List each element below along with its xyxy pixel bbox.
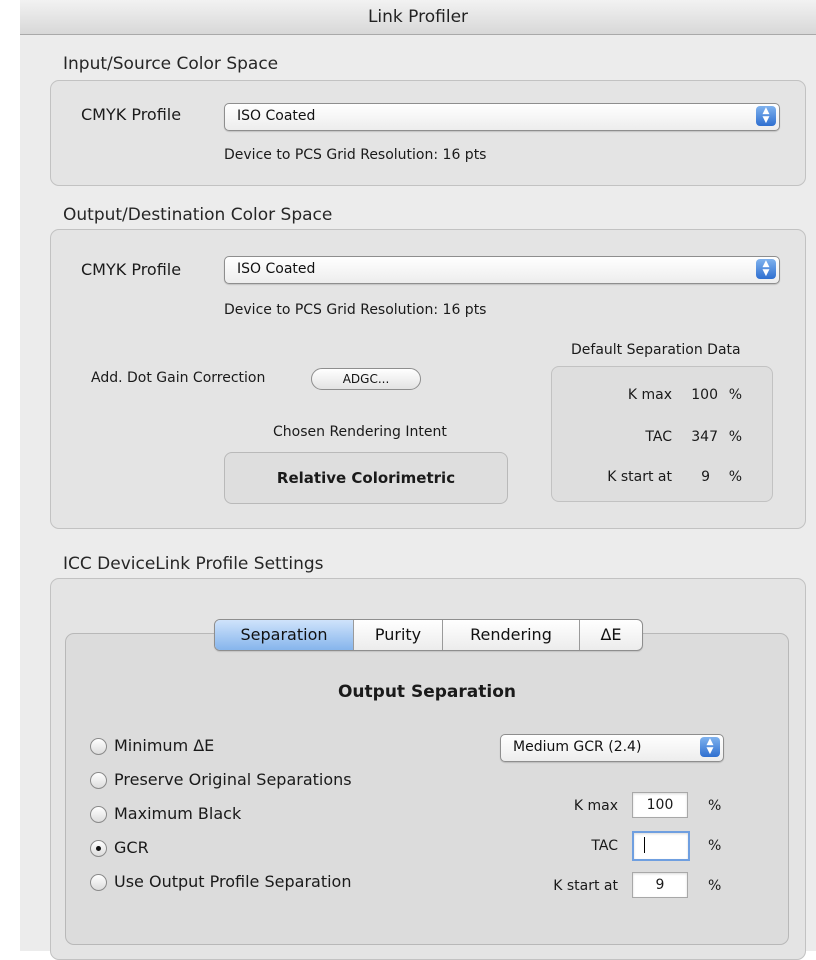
- kmax-unit: %: [708, 798, 722, 814]
- dot-gain-label: Add. Dot Gain Correction: [91, 370, 266, 386]
- option-minimum-de-label: Minimum ΔE: [114, 736, 215, 755]
- input-cmyk-value: ISO Coated: [237, 108, 316, 124]
- kstart-unit: %: [708, 878, 722, 894]
- option-preserve-original-label: Preserve Original Separations: [114, 770, 352, 789]
- default-tac-label: TAC: [645, 429, 672, 445]
- output-cmyk-label: CMYK Profile: [81, 260, 182, 279]
- input-section-title: Input/Source Color Space: [63, 54, 279, 74]
- radio-use-output-profile[interactable]: [90, 874, 107, 891]
- devicelink-section-title: ICC DeviceLink Profile Settings: [63, 554, 324, 574]
- text-caret: [644, 837, 645, 853]
- tac-label: TAC: [591, 838, 618, 854]
- input-grid-resolution: Device to PCS Grid Resolution: 16 pts: [224, 147, 487, 163]
- kmax-label: K max: [573, 798, 618, 814]
- radio-maximum-black[interactable]: [90, 806, 107, 823]
- popup-arrows-icon: ▲ ▼: [756, 259, 776, 279]
- kstart-input[interactable]: 9: [632, 872, 688, 898]
- output-cmyk-profile-select[interactable]: ISO Coated ▲ ▼: [224, 256, 780, 284]
- tab-delta-e[interactable]: ΔE: [580, 620, 642, 650]
- default-sep-box: K max 100 % TAC 347 % K start at 9 %: [551, 366, 773, 502]
- default-sep-title: Default Separation Data: [571, 342, 741, 358]
- default-tac-unit: %: [728, 429, 742, 445]
- input-cmyk-profile-select[interactable]: ISO Coated ▲ ▼: [224, 103, 780, 131]
- kmax-input[interactable]: 100: [632, 792, 688, 818]
- radio-preserve-original[interactable]: [90, 772, 107, 789]
- default-kmax-label: K max: [627, 387, 672, 403]
- kstart-label: K start at: [553, 878, 618, 894]
- tab-rendering[interactable]: Rendering: [443, 620, 580, 650]
- output-cmyk-value: ISO Coated: [237, 261, 316, 277]
- rendering-intent-label: Chosen Rendering Intent: [273, 424, 447, 440]
- default-kstart-unit: %: [728, 469, 742, 485]
- output-separation-title: Output Separation: [337, 682, 516, 702]
- tac-unit: %: [708, 838, 722, 854]
- default-kmax-value: 100: [691, 387, 718, 403]
- default-kmax-unit: %: [728, 387, 742, 403]
- adgc-button[interactable]: ADGC...: [311, 368, 421, 390]
- devicelink-tabs: Separation Purity Rendering ΔE: [214, 619, 643, 651]
- option-gcr-label: GCR: [114, 838, 149, 857]
- output-group: CMYK Profile ISO Coated ▲ ▼ Device to PCS…: [50, 229, 806, 529]
- window-title: Link Profiler: [20, 0, 816, 35]
- popup-arrows-icon: ▲ ▼: [756, 106, 776, 126]
- input-cmyk-label: CMYK Profile: [81, 105, 182, 124]
- link-profiler-window: Link Profiler Input/Source Color Space C…: [20, 0, 816, 960]
- devicelink-group: Output Separation Minimum ΔE Preserve Or…: [50, 578, 806, 960]
- default-kstart-value: 9: [701, 469, 710, 485]
- option-use-output-profile-label: Use Output Profile Separation: [114, 872, 352, 891]
- radio-gcr[interactable]: [90, 840, 107, 857]
- gcr-level-value: Medium GCR (2.4): [513, 739, 642, 755]
- output-grid-resolution: Device to PCS Grid Resolution: 16 pts: [224, 302, 487, 318]
- tac-input[interactable]: [632, 831, 690, 861]
- tab-purity[interactable]: Purity: [354, 620, 443, 650]
- popup-arrows-icon: ▲ ▼: [700, 737, 720, 757]
- default-kstart-label: K start at: [607, 469, 672, 485]
- tab-separation[interactable]: Separation: [215, 620, 354, 650]
- default-tac-value: 347: [691, 429, 718, 445]
- rendering-intent-value: Relative Colorimetric: [224, 452, 508, 504]
- output-section-title: Output/Destination Color Space: [63, 205, 333, 225]
- option-maximum-black-label: Maximum Black: [114, 804, 242, 823]
- radio-minimum-de[interactable]: [90, 738, 107, 755]
- separation-tab-panel: Output Separation Minimum ΔE Preserve Or…: [65, 633, 789, 945]
- input-group: CMYK Profile ISO Coated ▲ ▼ Device to PCS…: [50, 80, 806, 186]
- gcr-level-select[interactable]: Medium GCR (2.4) ▲ ▼: [500, 734, 724, 762]
